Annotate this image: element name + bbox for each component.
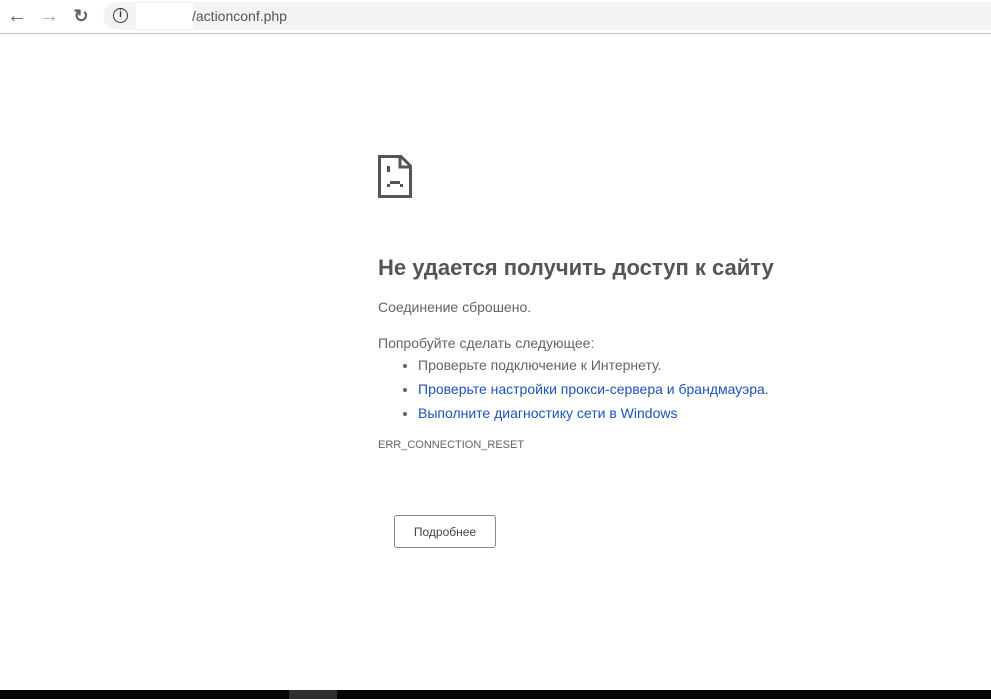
suggestion-item: Проверьте подключение к Интернету.	[418, 356, 938, 374]
suggest-heading: Попробуйте сделать следующее:	[378, 335, 595, 351]
error-page: Не удается получить доступ к сайту Соеди…	[378, 155, 938, 451]
details-button[interactable]: Подробнее	[394, 515, 496, 548]
sad-page-icon	[378, 155, 412, 198]
taskbar	[0, 690, 991, 699]
error-title: Не удается получить доступ к сайту	[378, 255, 774, 280]
error-subtitle: Соединение сброшено.	[378, 299, 532, 315]
forward-button[interactable]: →	[37, 4, 61, 28]
taskbar-active-item[interactable]	[289, 690, 337, 699]
address-bar[interactable]: i /actionconf.php	[103, 2, 991, 30]
url-text[interactable]: /actionconf.php	[192, 8, 287, 24]
reload-icon: ↻	[73, 5, 89, 26]
error-code: ERR_CONNECTION_RESET	[378, 439, 525, 451]
reload-button[interactable]: ↻	[69, 4, 93, 28]
suggestion-item: Проверьте настройки прокси-сервера и бра…	[418, 380, 938, 398]
suggestions-list: Проверьте подключение к Интернету. Прове…	[378, 356, 938, 422]
back-button[interactable]: ←	[5, 4, 29, 28]
arrow-right-icon: →	[39, 4, 59, 27]
arrow-left-icon: ←	[7, 4, 27, 27]
network-diagnostics-link[interactable]: Выполните диагностику сети в Windows	[418, 405, 677, 421]
info-icon[interactable]: i	[113, 8, 128, 23]
suggestion-item: Выполните диагностику сети в Windows	[418, 404, 938, 422]
browser-toolbar: ← → ↻ i /actionconf.php	[0, 0, 991, 34]
proxy-settings-link[interactable]: Проверьте настройки прокси-сервера и бра…	[418, 381, 769, 397]
redacted-domain	[136, 3, 193, 29]
